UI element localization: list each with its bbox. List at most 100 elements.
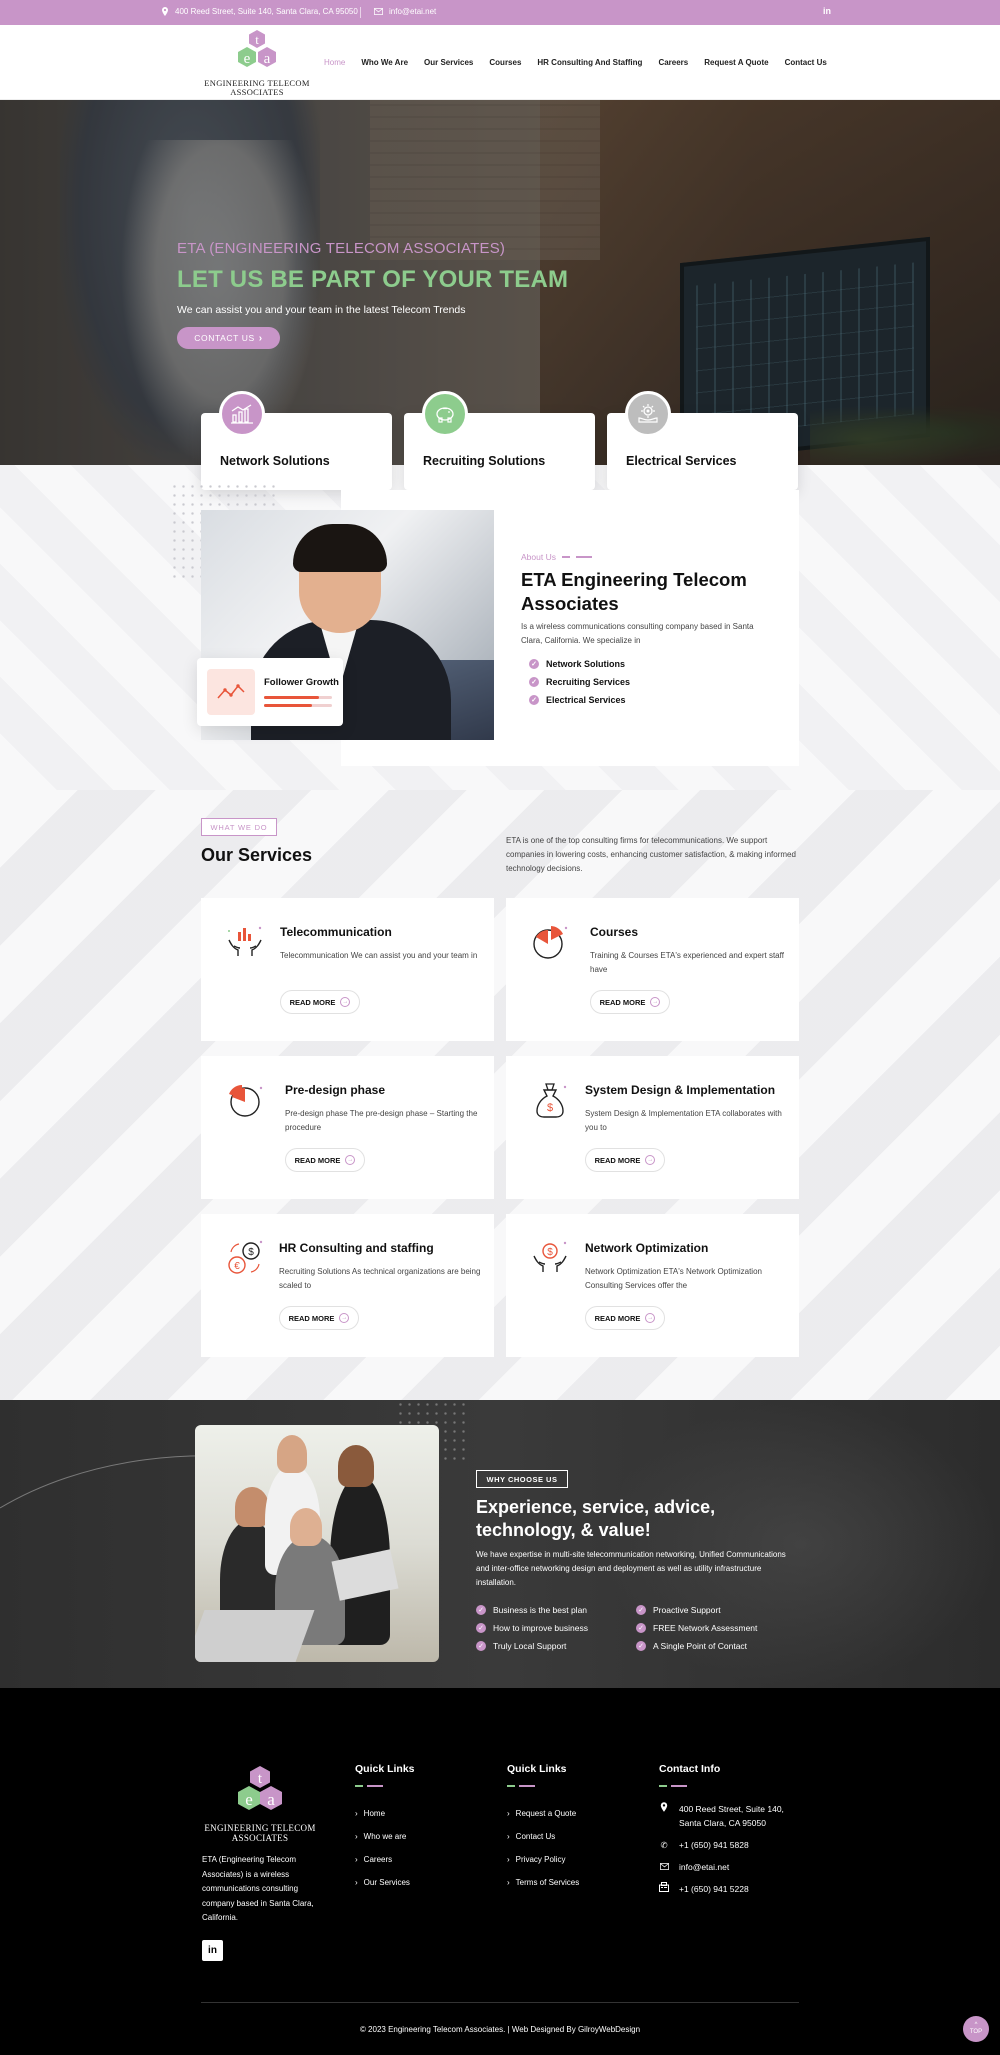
- service-text: Training & Courses ETA's experienced and…: [590, 951, 784, 974]
- service-text: Pre-design phase The pre-design phase – …: [285, 1109, 478, 1132]
- why-choose-title: Experience, service, advice, technology,…: [476, 1497, 716, 1540]
- follower-growth-card: Follower Growth: [197, 658, 343, 726]
- services-section-bg: [0, 790, 1000, 1400]
- services-title: Our Services: [201, 845, 313, 865]
- contact-address: 400 Reed Street, Suite 140, Santa Clara,…: [659, 1802, 799, 1830]
- service-name: System Design & Implementation: [585, 1083, 776, 1097]
- footer-link-home[interactable]: › Home: [355, 1802, 410, 1825]
- footer-quick-links-1: › Home › Who we are › Careers › Our Services: [355, 1802, 410, 1894]
- title-underline: [355, 1785, 383, 1787]
- chevron-right-icon: ›: [355, 1832, 358, 1841]
- read-more-button[interactable]: READ MORE →: [590, 990, 670, 1014]
- footer-link-contact-us[interactable]: › Contact Us: [507, 1825, 579, 1848]
- nav-item-home[interactable]: Home: [324, 58, 345, 67]
- logo-hexagons-icon: t e a: [238, 1766, 282, 1810]
- footer-contact-title: Contact Info: [659, 1763, 721, 1775]
- contact-fax: +1 (650) 941 5228: [659, 1882, 799, 1896]
- feature-card-recruiting[interactable]: Recruiting Solutions: [404, 391, 595, 490]
- footer-link-who-we-are[interactable]: › Who we are: [355, 1825, 410, 1848]
- map-pin-icon: [162, 7, 168, 16]
- arrow-right-icon: →: [645, 1155, 656, 1165]
- check-icon: ✓: [529, 677, 539, 687]
- footer-link-our-services[interactable]: › Our Services: [355, 1871, 410, 1894]
- check-icon: ✓: [636, 1605, 646, 1615]
- nav-item-courses[interactable]: Courses: [489, 58, 521, 67]
- service-card-courses[interactable]: Courses Training & Courses ETA's experie…: [506, 898, 799, 1041]
- service-name: HR Consulting and staffing: [279, 1241, 434, 1255]
- service-text: Recruiting Solutions As technical organi…: [279, 1267, 481, 1290]
- read-more-button[interactable]: READ MORE →: [279, 1306, 359, 1330]
- what-we-do-tag: WHAT WE DO: [201, 818, 277, 836]
- money-bag-icon: $: [536, 1083, 567, 1118]
- follower-growth-label: Follower Growth: [264, 677, 339, 688]
- topbar-email-text[interactable]: info@etai.net: [389, 7, 436, 16]
- hero-title: LET US BE PART OF YOUR TEAM: [177, 266, 569, 293]
- service-card-pre-design[interactable]: Pre-design phase Pre-design phase The pr…: [201, 1056, 494, 1199]
- read-more-button[interactable]: READ MORE →: [285, 1148, 365, 1172]
- nav-item-who-we-are[interactable]: Who We Are: [361, 58, 408, 67]
- read-more-button[interactable]: READ MORE →: [280, 990, 360, 1014]
- nav-item-hr-consulting[interactable]: HR Consulting And Staffing: [537, 58, 642, 67]
- service-card-system-design[interactable]: $ System Design & Implementation System …: [506, 1056, 799, 1199]
- service-card-network-optimization[interactable]: $ Network Optimization Network Optimizat…: [506, 1214, 799, 1357]
- pie-chart-icon: [533, 926, 568, 959]
- contact-phone[interactable]: ✆ +1 (650) 941 5828: [659, 1838, 799, 1852]
- contact-email[interactable]: info@etai.net: [659, 1860, 799, 1874]
- arrow-right-icon: →: [345, 1155, 356, 1165]
- why-choose-description: We have expertise in multi-site telecomm…: [476, 1550, 786, 1587]
- logo-text: ENGINEERING TELECOM ASSOCIATES: [204, 78, 310, 97]
- nav-item-our-services[interactable]: Our Services: [424, 58, 473, 67]
- topbar-email[interactable]: info@etai.net: [374, 7, 436, 16]
- envelope-icon: [659, 1860, 669, 1874]
- chevron-right-icon: ›: [355, 1809, 358, 1818]
- nav-item-contact-us[interactable]: Contact Us: [785, 58, 827, 67]
- back-to-top-button[interactable]: ^ TOP: [963, 2016, 989, 2042]
- topbar-linkedin-icon[interactable]: in: [823, 6, 831, 16]
- top-bar: 400 Reed Street, Suite 140, Santa Clara,…: [0, 0, 1000, 25]
- hands-dollar-icon: $: [533, 1241, 567, 1272]
- hero-contact-button[interactable]: CONTACT US ›: [177, 327, 280, 349]
- svg-text:$: $: [547, 1102, 553, 1114]
- read-more-button[interactable]: READ MORE →: [585, 1306, 665, 1330]
- title-underline: [507, 1785, 535, 1787]
- hero-description: We can assist you and your team in the l…: [177, 304, 466, 316]
- read-more-button[interactable]: READ MORE →: [585, 1148, 665, 1172]
- feature-card-electrical[interactable]: Electrical Services: [607, 391, 798, 490]
- footer-link-terms[interactable]: › Terms of Services: [507, 1871, 579, 1894]
- feature-label: Network Solutions: [220, 454, 330, 468]
- hero-contact-label: CONTACT US: [194, 333, 255, 343]
- arrow-right-icon: →: [340, 997, 351, 1007]
- team-image: [195, 1425, 439, 1662]
- service-card-telecommunication[interactable]: Telecommunication Telecommunication We c…: [201, 898, 494, 1041]
- chart-icon: [219, 391, 265, 437]
- footer-quick-links-2: › Request a Quote › Contact Us › Privacy Po…: [507, 1802, 579, 1894]
- service-card-hr-consulting[interactable]: $ € HR Consulting and staffing Recruiting…: [201, 1214, 494, 1357]
- topbar-address: 400 Reed Street, Suite 140, Santa Clara,…: [161, 7, 358, 16]
- why-list-col1: ✓ Business is the best plan ✓ How to impro…: [476, 1601, 588, 1655]
- chevron-right-icon: ›: [355, 1878, 358, 1887]
- chevron-right-icon: ›: [507, 1855, 510, 1864]
- footer-linkedin-icon[interactable]: in: [202, 1940, 223, 1961]
- arrow-right-icon: →: [645, 1313, 656, 1323]
- site-header: t e a ENGINEERING TELECOM ASSOCIATES Hom…: [0, 25, 1000, 100]
- check-icon: ✓: [476, 1641, 486, 1651]
- feature-label: Electrical Services: [626, 454, 737, 468]
- list-item: ✓ How to improve business: [476, 1619, 588, 1637]
- nav-item-careers[interactable]: Careers: [658, 58, 688, 67]
- svg-text:t: t: [255, 32, 259, 47]
- check-icon: ✓: [529, 695, 539, 705]
- footer-about-text: ETA (Engineering Telecom Associates) is …: [202, 1855, 314, 1922]
- feature-card-network[interactable]: Network Solutions: [201, 391, 392, 490]
- footer-link-privacy-policy[interactable]: › Privacy Policy: [507, 1848, 579, 1871]
- footer-contact-info: 400 Reed Street, Suite 140, Santa Clara,…: [659, 1802, 799, 1904]
- nav-item-request-quote[interactable]: Request A Quote: [704, 58, 768, 67]
- site-logo[interactable]: t e a ENGINEERING TELECOM ASSOCIATES: [202, 29, 312, 97]
- footer-logo[interactable]: t e a ENGINEERING TELECOM ASSOCIATES: [204, 1765, 315, 1843]
- envelope-icon: [374, 8, 383, 15]
- list-item: ✓ Recruiting Services: [529, 673, 630, 691]
- growth-bar-fill: [264, 704, 312, 707]
- footer-link-careers[interactable]: › Careers: [355, 1848, 410, 1871]
- gear-hand-icon: [625, 391, 671, 437]
- about-description: Is a wireless communications consulting …: [521, 622, 754, 645]
- footer-link-request-quote[interactable]: › Request a Quote: [507, 1802, 579, 1825]
